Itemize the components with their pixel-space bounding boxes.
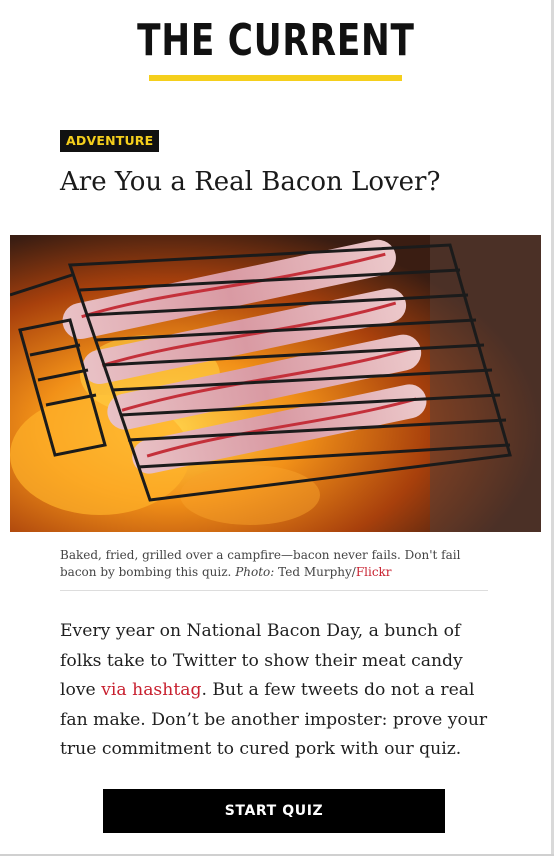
hashtag-link[interactable]: via hashtag — [101, 680, 201, 700]
article-body: Every year on National Bacon Day, a bunc… — [60, 617, 500, 765]
flickr-link[interactable]: Flickr — [356, 565, 392, 579]
caption-divider — [60, 590, 488, 591]
start-quiz-button[interactable]: START QUIZ — [103, 789, 445, 833]
photo-credit-label: Photo: — [235, 565, 275, 579]
photo-caption: Baked, fried, grilled over a campfire—ba… — [60, 547, 490, 581]
logo-underline — [149, 75, 402, 81]
article-photo — [10, 235, 541, 532]
bacon-grill-image — [10, 235, 541, 532]
photographer-name: Ted Murphy/ — [278, 565, 356, 579]
category-badge[interactable]: ADVENTURE — [60, 130, 160, 152]
site-logo[interactable]: THE CURRENT — [137, 14, 415, 68]
article-title: Are You a Real Bacon Lover? — [60, 167, 441, 197]
